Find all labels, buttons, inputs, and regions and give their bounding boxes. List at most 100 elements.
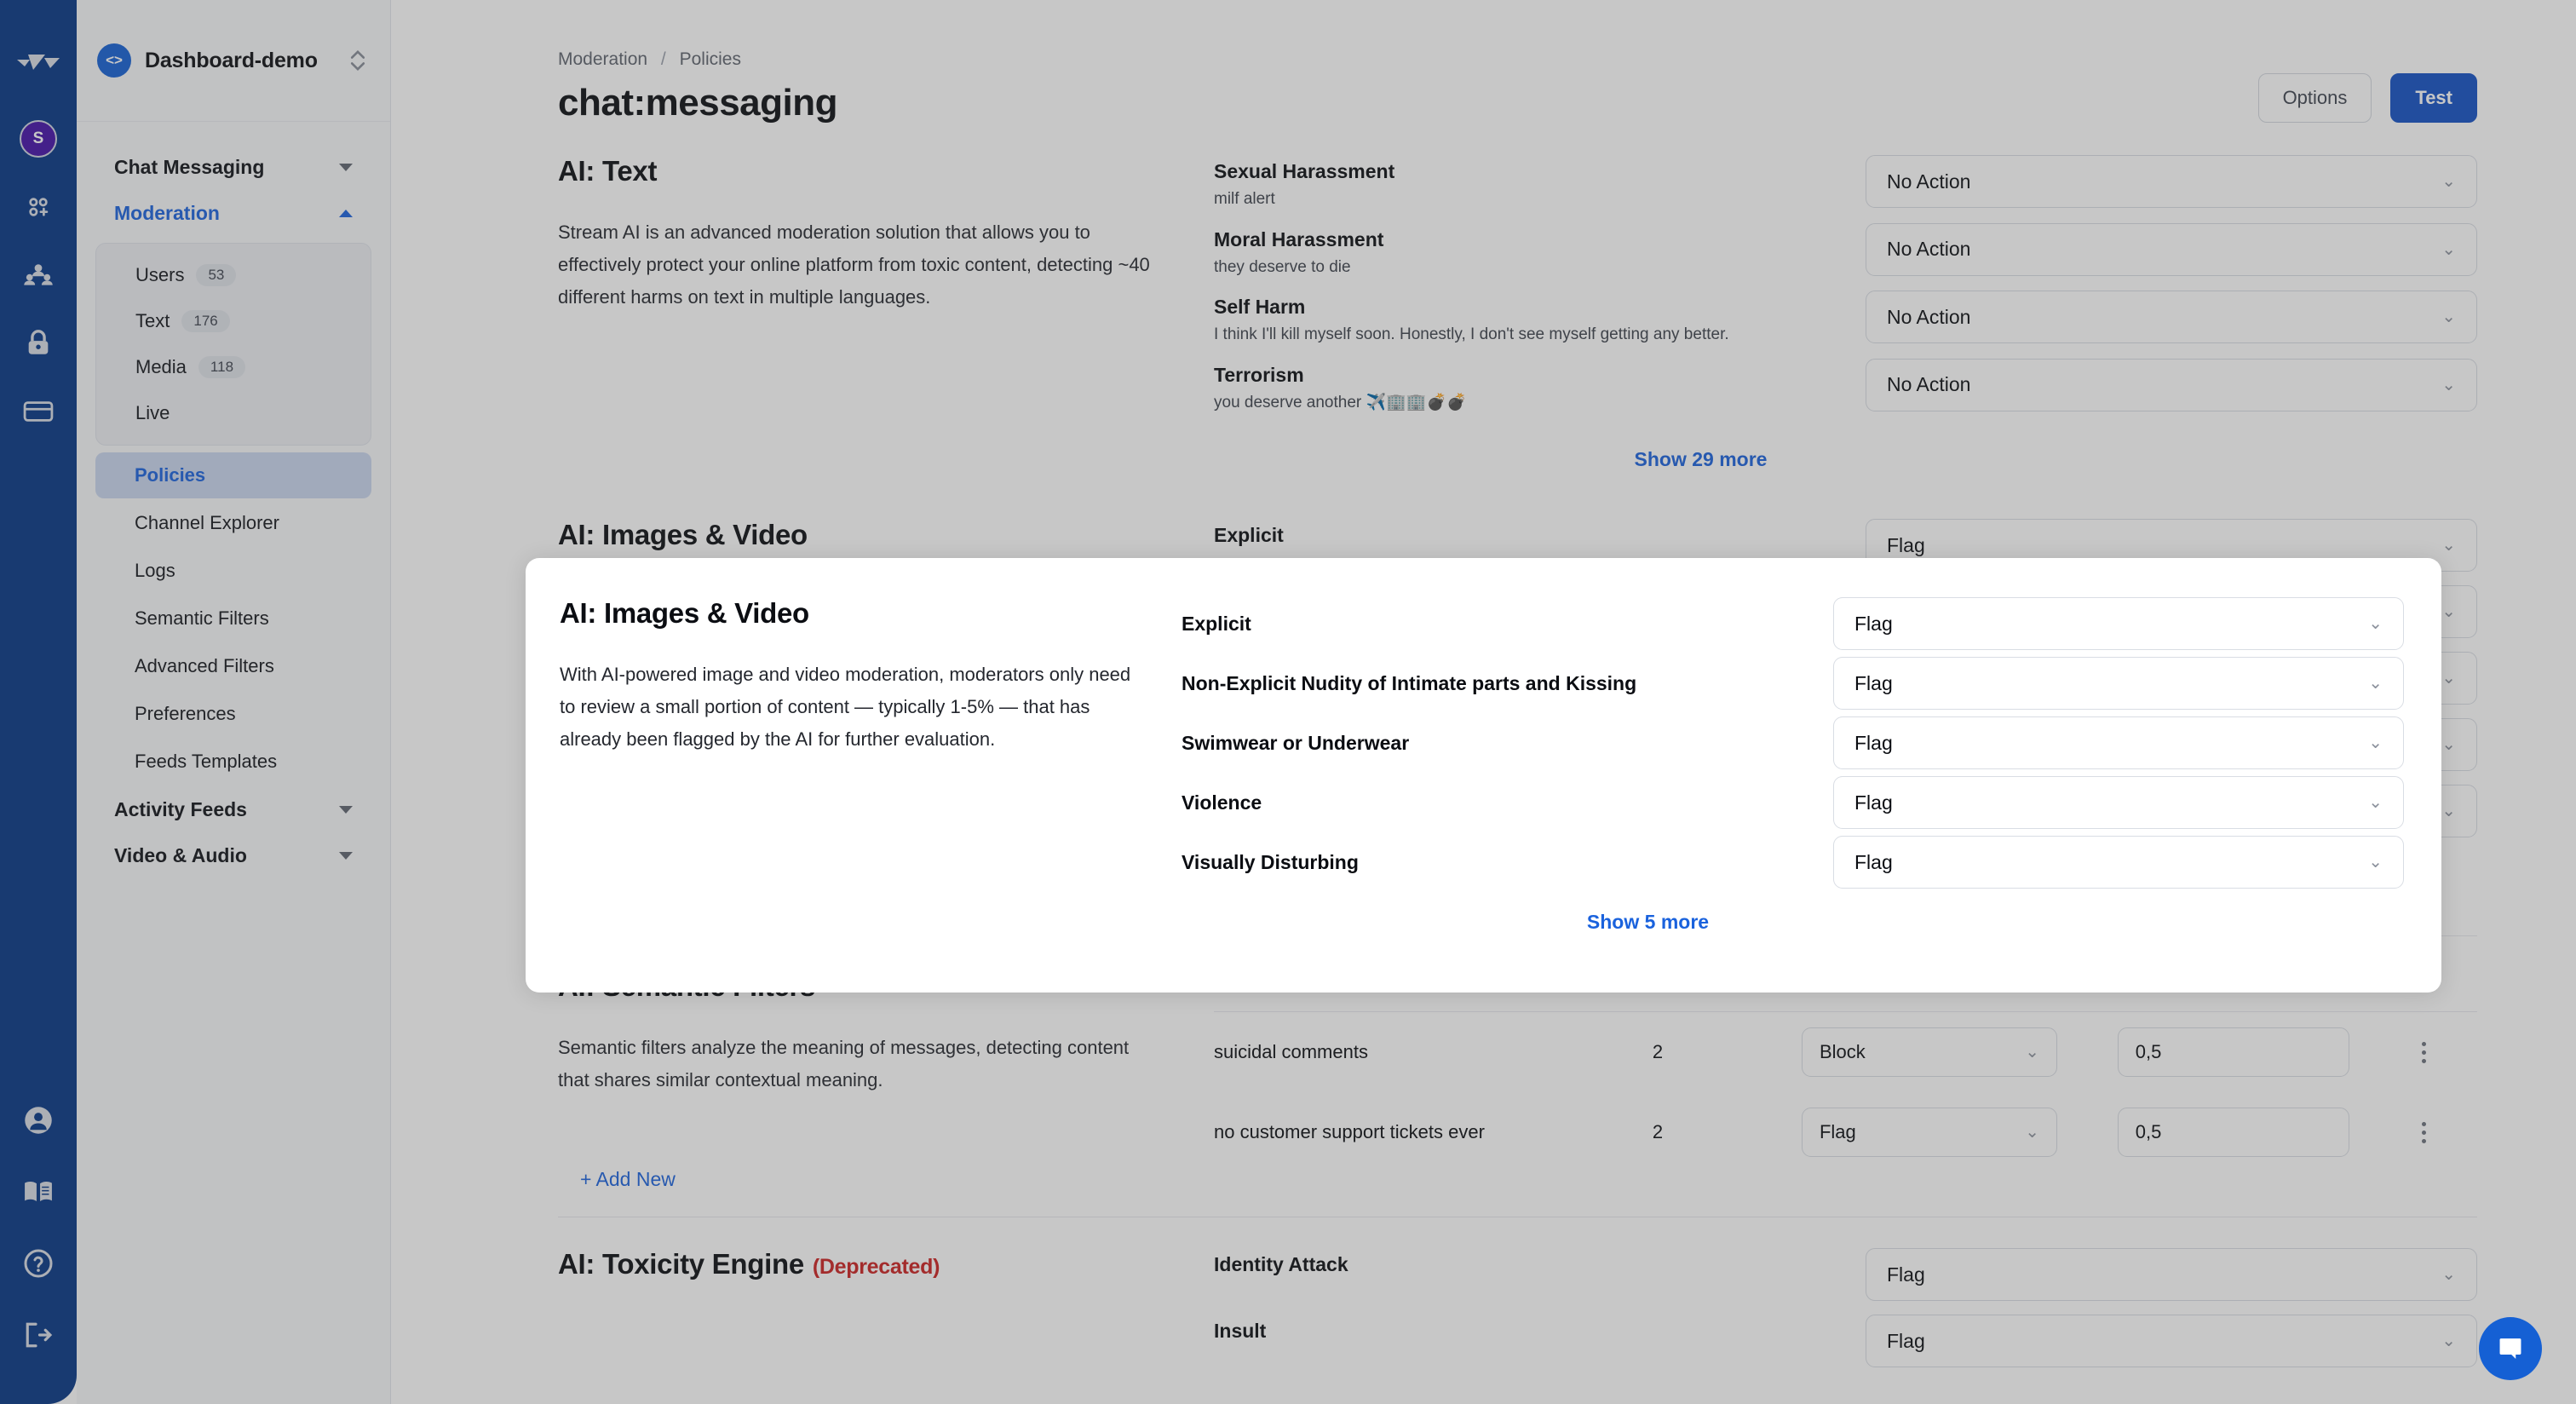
sidebar: <> Dashboard-demo Chat Messaging Moderat… — [77, 0, 391, 1404]
filter-threshold-input[interactable]: 0,5 — [2117, 1108, 2349, 1158]
action-select-value: Flag — [1887, 1329, 1925, 1352]
show-more-text-harms[interactable]: Show 29 more — [1214, 448, 2477, 471]
harm-sample: you deserve another ✈️🏢🏢💣💣 — [1214, 393, 1467, 411]
filter-name: no customer support tickets ever — [1214, 1121, 1485, 1143]
filter-action-select[interactable]: Block ⌄ — [1801, 1027, 2057, 1078]
filter-phrases: 2 — [1652, 1121, 1664, 1143]
chevron-down-icon: ⌄ — [2368, 793, 2383, 812]
chevron-up-icon — [339, 209, 353, 217]
chevron-down-icon: ⌄ — [2368, 614, 2383, 633]
filter-name: suicidal comments — [1214, 1041, 1368, 1063]
sidebar-item-policies[interactable]: Policies — [95, 452, 371, 498]
sidebar-group-video-audio[interactable]: Video & Audio — [95, 832, 371, 878]
sidebar-group-moderation[interactable]: Moderation — [95, 190, 371, 236]
harm-row: Swimwear or Underwear Flag ⌄ — [1182, 716, 2404, 769]
action-select[interactable]: Flag ⌄ — [1866, 1315, 2477, 1368]
action-select[interactable]: Flag ⌄ — [1833, 776, 2404, 829]
account-icon[interactable] — [17, 1099, 60, 1142]
show-more-image-harms[interactable]: Show 5 more — [1182, 911, 2404, 934]
breadcrumb-leaf[interactable]: Policies — [680, 49, 741, 69]
docs-book-icon[interactable] — [17, 1171, 60, 1213]
harm-row: Explicit Flag ⌄ — [1182, 597, 2404, 650]
harm-row: Visually Disturbing Flag ⌄ — [1182, 836, 2404, 889]
filter-threshold-input[interactable]: 0,5 — [2117, 1027, 2349, 1078]
section-ai-text-left: AI: Text Stream AI is an advanced modera… — [558, 155, 1214, 471]
sidebar-item-label: Text — [135, 310, 170, 331]
chat-bubble-icon[interactable] — [2479, 1317, 2542, 1380]
sidebar-item-semantic-filters[interactable]: Semantic Filters — [95, 596, 371, 642]
action-select[interactable]: No Action ⌄ — [1866, 358, 2477, 411]
stream-logo[interactable] — [14, 44, 62, 82]
add-new-filter-button[interactable]: + Add New — [558, 1168, 1163, 1191]
sidebar-item-feeds-templates[interactable]: Feeds Templates — [95, 739, 371, 785]
sidebar-item-live[interactable]: Live — [96, 390, 371, 436]
harm-row: Terrorism you deserve another ✈️🏢🏢💣💣 No … — [1214, 358, 2477, 415]
row-menu-icon[interactable] — [2407, 1041, 2441, 1063]
sidebar-item-channel-explorer[interactable]: Channel Explorer — [95, 500, 371, 546]
icon-rail: S — [0, 0, 77, 1404]
filter-action-cell: Flag ⌄ — [1801, 1092, 2118, 1172]
media-count-badge: 118 — [198, 356, 246, 378]
harm-label-wrap: Sexual Harassment milf alert — [1214, 155, 1840, 211]
sidebar-item-users[interactable]: Users 53 — [96, 252, 371, 298]
deprecated-badge: (Deprecated) — [812, 1255, 940, 1280]
permissions-lock-icon[interactable] — [17, 322, 60, 365]
filter-threshold-cell: 0,5 — [2117, 1092, 2407, 1172]
chevron-down-icon: ⌄ — [2441, 735, 2456, 755]
sidebar-item-advanced-filters[interactable]: Advanced Filters — [95, 643, 371, 689]
sidebar-item-label: Semantic Filters — [135, 607, 269, 629]
sidebar-group-chat-messaging[interactable]: Chat Messaging — [95, 144, 371, 190]
options-button[interactable]: Options — [2257, 73, 2372, 123]
breadcrumb-separator: / — [660, 49, 666, 69]
harm-label: Sexual Harassment — [1214, 160, 1395, 182]
page-title: chat:messaging — [558, 82, 837, 124]
semantic-filters-table: Name Phrases Action Threshold? — [1214, 970, 2477, 1172]
app-badge-s[interactable]: S — [17, 118, 60, 160]
action-select[interactable]: No Action ⌄ — [1866, 291, 2477, 344]
row-menu-icon[interactable] — [2407, 1121, 2441, 1143]
org-avatar: <> — [97, 43, 131, 78]
sidebar-item-media[interactable]: Media 118 — [96, 344, 371, 390]
action-select[interactable]: Flag ⌄ — [1833, 597, 2404, 650]
section-title: AI: Images & Video — [558, 519, 808, 551]
help-icon[interactable] — [17, 1242, 60, 1285]
sidebar-item-text[interactable]: Text 176 — [96, 298, 371, 344]
team-members-icon[interactable] — [17, 254, 60, 296]
action-select[interactable]: Flag ⌄ — [1833, 836, 2404, 889]
action-select-value: Flag — [1854, 791, 1893, 814]
harm-label-wrap: Terrorism you deserve another ✈️🏢🏢💣💣 — [1214, 359, 1840, 415]
logout-icon[interactable] — [17, 1314, 60, 1356]
sidebar-group-activity-feeds[interactable]: Activity Feeds — [95, 786, 371, 832]
apps-add-icon[interactable] — [17, 186, 60, 228]
table-row: suicidal comments 2 Block ⌄ 0,5 — [1214, 1012, 2477, 1093]
sidebar-item-label: Logs — [135, 560, 175, 581]
harm-row: Moral Harassment they deserve to die No … — [1214, 222, 2477, 279]
sidebar-item-logs[interactable]: Logs — [95, 548, 371, 594]
filter-menu-cell — [2407, 1012, 2477, 1093]
filter-menu-cell — [2407, 1092, 2477, 1172]
breadcrumb-root[interactable]: Moderation — [558, 49, 647, 69]
filter-action-select[interactable]: Flag ⌄ — [1801, 1108, 2057, 1158]
filter-threshold-value: 0,5 — [2135, 1041, 2162, 1063]
org-switcher[interactable]: <> Dashboard-demo — [77, 0, 390, 122]
action-select-value: Flag — [1854, 731, 1893, 754]
harm-sample: they deserve to die — [1214, 257, 1351, 276]
action-select[interactable]: Flag ⌄ — [1833, 657, 2404, 710]
action-select-value: Flag — [1854, 671, 1893, 694]
page-header-left: Moderation / Policies chat:messaging — [558, 49, 837, 124]
action-select[interactable]: Flag ⌄ — [1866, 1248, 2477, 1302]
billing-card-icon[interactable] — [17, 390, 60, 433]
action-select[interactable]: No Action ⌄ — [1866, 222, 2477, 276]
harm-label: Terrorism — [1214, 363, 1304, 386]
sidebar-item-preferences[interactable]: Preferences — [95, 691, 371, 737]
action-select[interactable]: No Action ⌄ — [1866, 155, 2477, 208]
test-button[interactable]: Test — [2390, 73, 2477, 123]
action-select[interactable]: Flag ⌄ — [1833, 716, 2404, 769]
action-select-value: No Action — [1887, 373, 1971, 396]
breadcrumb: Moderation / Policies — [558, 49, 837, 70]
harm-label-wrap: Self Harm I think I'll kill myself soon.… — [1214, 291, 1840, 347]
section-title: AI: Toxicity Engine (Deprecated) — [558, 1248, 1163, 1280]
chevron-updown-icon[interactable] — [349, 48, 366, 73]
chevron-down-icon: ⌄ — [2025, 1043, 2039, 1062]
chevron-down-icon: ⌄ — [2368, 853, 2383, 872]
